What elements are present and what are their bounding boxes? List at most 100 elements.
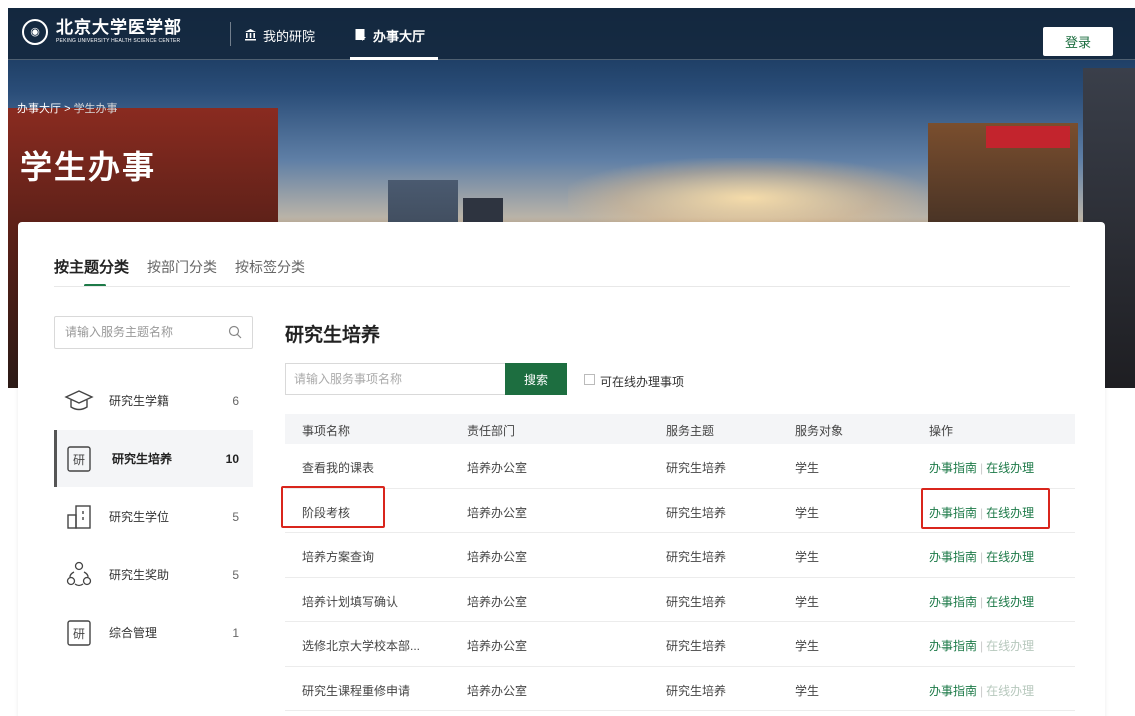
table-row: 查看我的课表 培养办公室 研究生培养 学生 办事指南 | 在线办理	[285, 444, 1075, 489]
top-nav: ◉ 北京大学医学部 PEKING UNIVERSITY HEALTH SCIEN…	[8, 8, 1135, 60]
sidebar-item-financial-aid[interactable]: 研究生奖助 5	[54, 546, 253, 603]
cell-topic: 研究生培养	[666, 505, 727, 520]
item-search-box	[285, 363, 505, 395]
column-header: 责任部门	[467, 424, 516, 438]
service-guide-link[interactable]: 办事指南	[929, 684, 977, 698]
sidebar-item-training[interactable]: 研 研究生培养 10	[54, 430, 253, 487]
nav-label: 办事大厅	[373, 29, 426, 44]
sidebar-item-general-management[interactable]: 研 综合管理 1	[54, 604, 253, 661]
cell-target: 学生	[795, 683, 820, 698]
tab-by-topic[interactable]: 按主题分类	[54, 256, 129, 277]
table-row: 培养计划填写确认 培养办公室 研究生培养 学生 办事指南 | 在线办理	[285, 578, 1075, 622]
cell-department: 培养办公室	[467, 594, 528, 609]
login-button[interactable]: 登录	[1043, 27, 1113, 56]
graduation-cap-icon	[64, 389, 94, 410]
cell-item-name[interactable]: 培养计划填写确认	[302, 593, 398, 610]
table-header: 事项名称 责任部门 服务主题 服务对象 操作	[285, 414, 1075, 444]
action-separator: |	[980, 639, 984, 653]
search-icon[interactable]	[228, 325, 242, 339]
online-handle-link: 在线办理	[986, 639, 1035, 653]
cell-topic: 研究生培养	[666, 639, 727, 653]
sidebar-item-label: 综合管理	[109, 626, 158, 640]
tab-by-tag[interactable]: 按标签分类	[235, 257, 305, 277]
online-filter-checkbox[interactable]	[584, 374, 595, 385]
cell-actions: 办事指南 | 在线办理	[929, 593, 1034, 610]
sidebar-item-label: 研究生学位	[109, 510, 170, 524]
sidebar-item-count: 1	[232, 625, 239, 640]
service-guide-link[interactable]: 办事指南	[929, 639, 977, 653]
nav-label: 我的研院	[263, 29, 316, 44]
cell-topic: 研究生培养	[666, 550, 727, 564]
sidebar-item-count: 5	[232, 567, 239, 582]
action-separator: |	[980, 550, 984, 564]
section-title: 研究生培养	[285, 325, 381, 346]
divider	[54, 286, 1070, 287]
action-separator: |	[980, 683, 984, 698]
cell-target: 学生	[795, 639, 820, 653]
cell-item-name[interactable]: 查看我的课表	[302, 459, 374, 476]
service-guide-link[interactable]: 办事指南	[929, 595, 977, 609]
cell-actions: 办事指南 | 在线办理	[929, 548, 1034, 565]
cell-item-name[interactable]: 研究生课程重修申请	[302, 682, 410, 699]
svg-text:研: 研	[73, 627, 85, 641]
cell-target: 学生	[795, 505, 820, 520]
topic-search-box	[54, 316, 253, 349]
highlight-box	[281, 486, 385, 528]
cell-department: 培养办公室	[467, 683, 528, 698]
topic-search-input[interactable]	[65, 325, 225, 339]
column-header: 操作	[929, 424, 954, 438]
nav-service-hall[interactable]: 办事大厅	[354, 26, 425, 45]
services-table: 事项名称 责任部门 服务主题 服务对象 操作 查看我的课表 培养办公室 研究生培养学…	[285, 414, 1075, 711]
service-guide-link[interactable]: 办事指南	[929, 461, 977, 475]
highlight-box	[921, 488, 1050, 529]
building-sign	[986, 126, 1070, 148]
cell-actions: 办事指南 | 在线办理	[929, 637, 1034, 654]
online-handle-link[interactable]: 在线办理	[986, 595, 1034, 609]
online-filter-label[interactable]: 可在线办理事项	[600, 373, 684, 390]
breadcrumb-parent[interactable]: 办事大厅	[17, 103, 61, 115]
institution-icon	[244, 28, 257, 44]
cell-department: 培养办公室	[467, 461, 528, 475]
cell-topic: 研究生培养	[666, 461, 727, 475]
breadcrumb-current: 学生办事	[73, 103, 118, 115]
cell-actions: 办事指南 | 在线办理	[929, 682, 1034, 699]
online-handle-link[interactable]: 在线办理	[986, 461, 1034, 475]
sidebar-item-count: 10	[225, 451, 239, 466]
online-handle-link[interactable]: 在线办理	[986, 550, 1034, 564]
cell-item-name[interactable]: 培养方案查询	[302, 548, 374, 565]
sidebar-item-label: 研究生学籍	[109, 394, 170, 408]
category-tabs: 按主题分类 按部门分类 按标签分类	[54, 256, 323, 277]
sidebar-item-count: 6	[232, 393, 239, 408]
cell-item-name[interactable]: 选修北京大学校本部...	[302, 637, 420, 654]
service-guide-link[interactable]: 办事指南	[929, 550, 977, 564]
logo-name-en: PEKING UNIVERSITY HEALTH SCIENCE CENTER	[56, 38, 181, 44]
page-title: 学生办事	[20, 149, 157, 185]
item-search-input[interactable]	[294, 372, 494, 386]
cell-topic: 研究生培养	[666, 683, 727, 698]
yan-character-icon: 研	[67, 619, 91, 646]
nav-my-institute[interactable]: 我的研院	[244, 26, 315, 45]
online-handle-link: 在线办理	[986, 683, 1035, 698]
table-row: 选修北京大学校本部... 培养办公室 研究生培养 学生 办事指南 | 在线办理	[285, 622, 1075, 667]
tab-by-department[interactable]: 按部门分类	[147, 257, 217, 277]
people-icon	[66, 561, 92, 586]
sidebar-item-student-status[interactable]: 研究生学籍 6	[54, 372, 253, 429]
table-row: 培养方案查询 培养办公室 研究生培养 学生 办事指南 | 在线办理	[285, 533, 1075, 578]
sidebar-item-degree[interactable]: 研究生学位 5	[54, 488, 253, 545]
cell-target: 学生	[795, 550, 820, 564]
cell-target: 学生	[795, 594, 820, 609]
cell-target: 学生	[795, 461, 820, 475]
search-button[interactable]: 搜索	[505, 363, 567, 395]
column-header: 服务对象	[795, 424, 844, 438]
cell-actions: 办事指南 | 在线办理	[929, 459, 1034, 476]
breadcrumb: 办事大厅 > 学生办事	[17, 100, 118, 116]
nav-active-indicator	[350, 57, 438, 60]
table-row: 研究生课程重修申请 培养办公室 研究生培养 学生 办事指南 | 在线办理	[285, 667, 1075, 711]
cell-department: 培养办公室	[467, 505, 528, 520]
column-header: 事项名称	[302, 424, 351, 438]
yan-character-icon: 研	[67, 445, 91, 472]
cell-department: 培养办公室	[467, 639, 528, 653]
logo-name-cn: 北京大学医学部	[56, 18, 182, 38]
action-separator: |	[980, 461, 984, 475]
logo[interactable]: ◉ 北京大学医学部 PEKING UNIVERSITY HEALTH SCIEN…	[22, 18, 182, 45]
